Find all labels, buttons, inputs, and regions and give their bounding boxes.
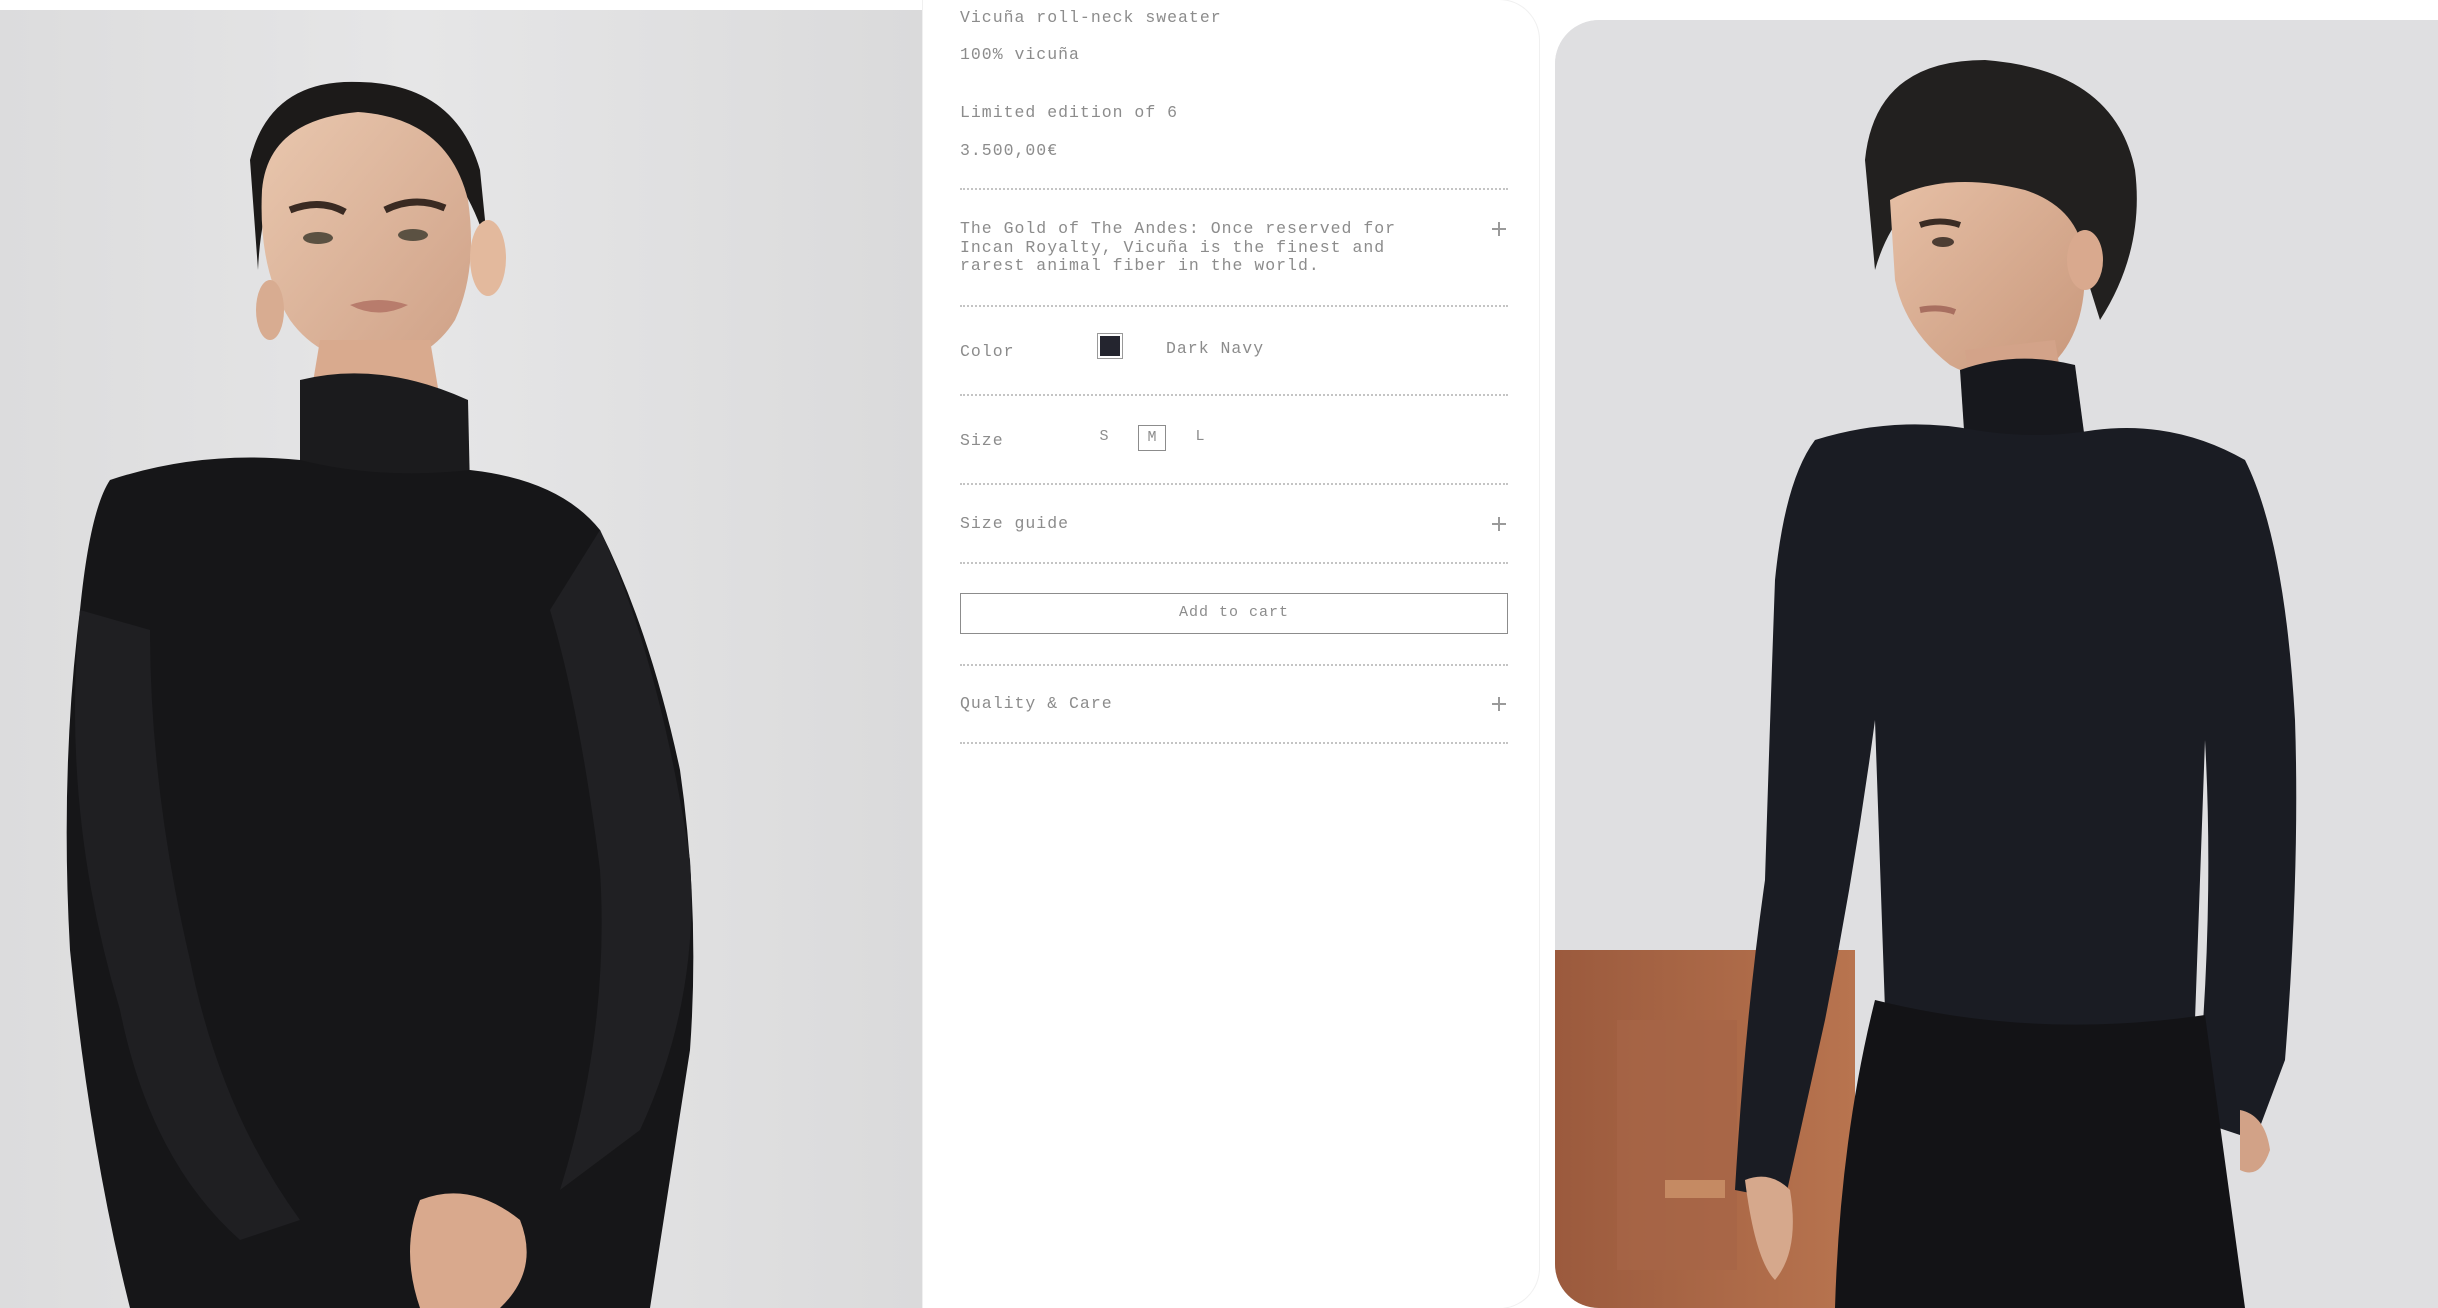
product-details-panel: Vicuña roll-neck sweater 100% vicuña Lim… <box>923 0 1539 1308</box>
color-swatch-fill <box>1100 336 1120 356</box>
product-name: Vicuña roll-neck sweater <box>960 8 1222 27</box>
size-option-m[interactable]: M <box>1138 425 1166 451</box>
description-expand-plus-icon[interactable] <box>1492 222 1506 236</box>
divider <box>960 664 1508 666</box>
divider <box>960 305 1508 307</box>
size-guide-toggle[interactable]: Size guide <box>960 514 1069 533</box>
size-option-s[interactable]: S <box>1090 425 1118 451</box>
color-swatch-dark-navy[interactable] <box>1097 333 1123 359</box>
product-page: Vicuña roll-neck sweater 100% vicuña Lim… <box>0 0 2438 1308</box>
divider <box>960 562 1508 564</box>
size-guide-plus-icon[interactable] <box>1492 517 1506 531</box>
color-label: Color <box>960 342 1015 361</box>
product-composition: 100% vicuña <box>960 45 1080 64</box>
product-edition: Limited edition of 6 <box>960 103 1179 122</box>
add-to-cart-button[interactable]: Add to cart <box>960 593 1508 634</box>
divider <box>960 742 1508 744</box>
divider <box>960 394 1508 396</box>
product-photo-left <box>0 10 923 1308</box>
size-option-l[interactable]: L <box>1186 425 1214 451</box>
product-price: 3.500,00€ <box>960 141 1059 160</box>
quality-care-plus-icon[interactable] <box>1492 697 1506 711</box>
divider <box>960 483 1508 485</box>
product-description: The Gold of The Andes: Once reserved for… <box>960 219 1397 275</box>
product-photo-right <box>1555 20 2438 1308</box>
color-selected-name: Dark Navy <box>1166 339 1265 358</box>
divider <box>960 188 1508 190</box>
size-label: Size <box>960 431 1004 450</box>
quality-care-toggle[interactable]: Quality & Care <box>960 694 1113 713</box>
